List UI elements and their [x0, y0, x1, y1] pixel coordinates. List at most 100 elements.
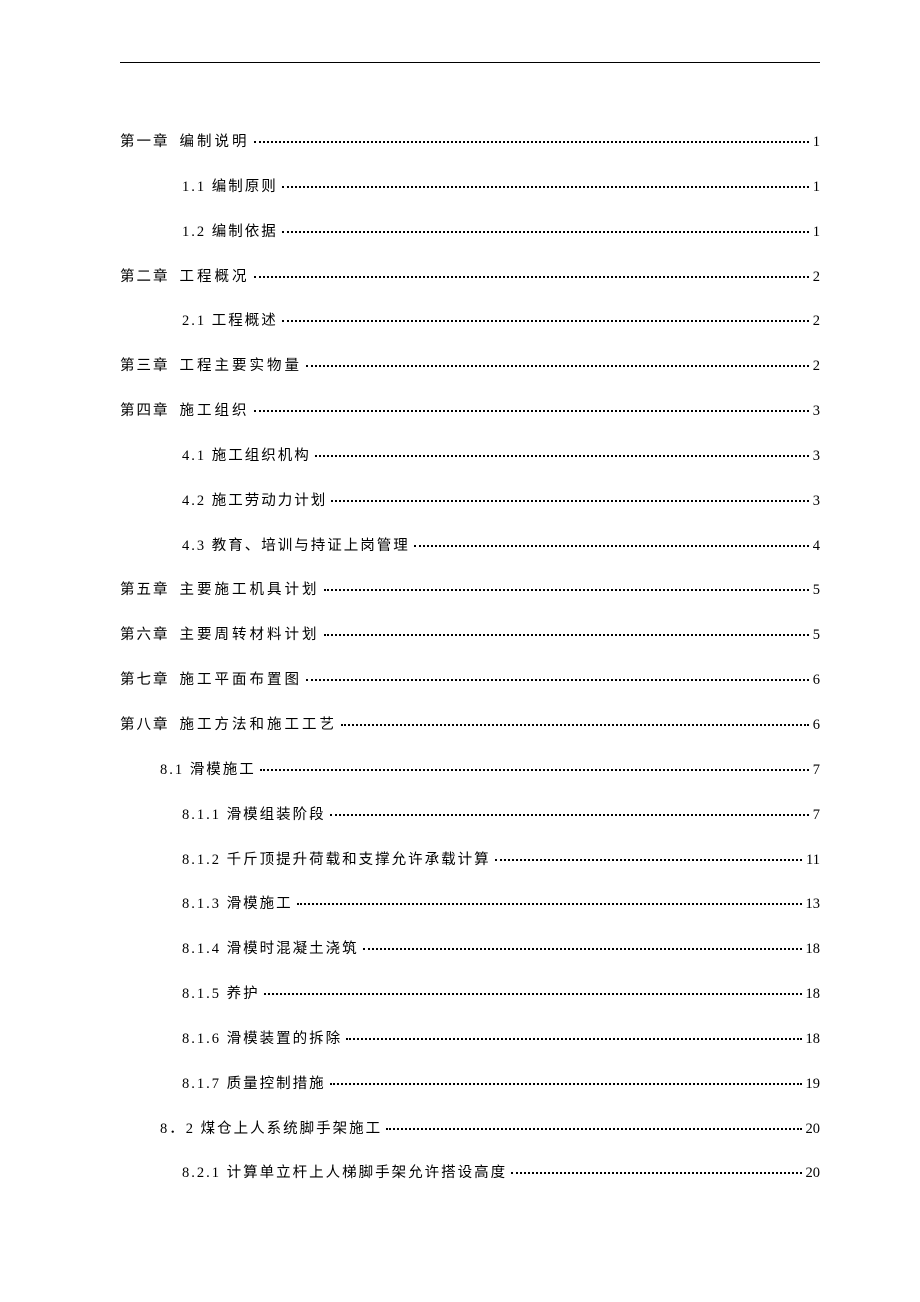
entry-title: 8.2.1 计算单立杆上人梯脚手架允许搭设高度	[182, 1164, 507, 1183]
page-number: 7	[813, 761, 820, 780]
entry-title: 8.1.6 滑模装置的拆除	[182, 1030, 342, 1049]
leader-dots	[341, 724, 809, 726]
page-number: 1	[813, 223, 820, 242]
toc-entry: 1.2 编制依据1	[120, 223, 820, 242]
toc-entry: 4.2 施工劳动力计划 3	[120, 492, 820, 511]
page-number: 13	[806, 895, 821, 914]
page-number: 11	[806, 851, 820, 870]
toc-entry: 8.1.2 千斤顶提升荷载和支撑允许承载计算 11	[120, 851, 820, 870]
leader-dots	[282, 231, 809, 233]
page-number: 2	[813, 357, 820, 376]
chapter-label: 第一章	[120, 133, 170, 152]
toc-entry: 第八章 施工方法和施工工艺 6	[120, 716, 820, 735]
toc-entry: 第三章 工程主要实物量 2	[120, 357, 820, 376]
leader-dots	[414, 545, 809, 547]
page-number: 2	[813, 312, 820, 331]
entry-title: 施工方法和施工工艺	[180, 716, 338, 735]
leader-dots	[346, 1038, 801, 1040]
chapter-label: 第四章	[120, 402, 170, 421]
leader-dots	[330, 1083, 802, 1085]
leader-dots	[282, 186, 809, 188]
page-number: 1	[813, 178, 820, 197]
chapter-label: 第七章	[120, 671, 170, 690]
page-number: 1	[813, 133, 820, 152]
leader-dots	[386, 1128, 801, 1130]
entry-title: 8.1.3 滑模施工	[182, 895, 293, 914]
entry-title: 8.1.4 滑模时混凝土浇筑	[182, 940, 359, 959]
toc-entry: 第五章 主要施工机具计划5	[120, 581, 820, 600]
leader-dots	[511, 1172, 801, 1174]
toc-entry: 8.1 滑模施工 7	[120, 761, 820, 780]
toc-entry: 第四章 施工组织 3	[120, 402, 820, 421]
entry-title: 主要施工机具计划	[180, 581, 320, 600]
toc-entry: 第二章工程概况 2	[120, 268, 820, 287]
page-number: 20	[806, 1120, 821, 1139]
toc-entry: 8．2 煤仓上人系统脚手架施工 20	[120, 1120, 820, 1139]
leader-dots	[254, 141, 809, 143]
toc-entry: 第六章 主要周转材料计划 5	[120, 626, 820, 645]
chapter-label: 第三章	[120, 357, 170, 376]
toc-entry: 8.1.6 滑模装置的拆除 18	[120, 1030, 820, 1049]
page-number: 18	[806, 940, 821, 959]
chapter-label: 第八章	[120, 716, 170, 735]
chapter-label: 第二章	[120, 268, 170, 287]
page-number: 20	[806, 1164, 821, 1183]
leader-dots	[260, 769, 809, 771]
leader-dots	[306, 365, 809, 367]
leader-dots	[297, 903, 802, 905]
page-number: 6	[813, 716, 820, 735]
entry-title: 4.1 施工组织机构	[182, 447, 311, 466]
leader-dots	[254, 276, 809, 278]
leader-dots	[254, 410, 809, 412]
entry-title: 主要周转材料计划	[180, 626, 320, 645]
toc-entry: 第七章 施工平面布置图 6	[120, 671, 820, 690]
entry-title: 8.1 滑模施工	[160, 761, 256, 780]
entry-title: 施工组织	[180, 402, 250, 421]
toc-entry: 8.1.7 质量控制措施19	[120, 1075, 820, 1094]
chapter-label: 第六章	[120, 626, 170, 645]
page-number: 7	[813, 806, 820, 825]
leader-dots	[495, 859, 802, 861]
entry-title: 4.2 施工劳动力计划	[182, 492, 327, 511]
toc-entry: 8.1.4 滑模时混凝土浇筑 18	[120, 940, 820, 959]
entry-title: 8．2 煤仓上人系统脚手架施工	[160, 1120, 382, 1139]
chapter-label: 第五章	[120, 581, 170, 600]
entry-title: 8.1.1 滑模组装阶段	[182, 806, 326, 825]
entry-title: 施工平面布置图	[180, 671, 303, 690]
toc-entry: 8.2.1 计算单立杆上人梯脚手架允许搭设高度 20	[120, 1164, 820, 1183]
entry-title: 8.1.2 千斤顶提升荷载和支撑允许承载计算	[182, 851, 491, 870]
page-number: 18	[806, 985, 821, 1004]
toc-entry: 8.1.3 滑模施工 13	[120, 895, 820, 914]
entry-title: 1.1 编制原则	[182, 178, 278, 197]
toc-entry: 第一章编制说明 1	[120, 133, 820, 152]
leader-dots	[282, 320, 809, 322]
toc-entry: 8.1.5 养护 18	[120, 985, 820, 1004]
leader-dots	[324, 589, 809, 591]
page-number: 3	[813, 402, 820, 421]
toc-container: 第一章编制说明11.1 编制原则11.2 编制依据1第二章工程概况22.1 工程…	[120, 133, 820, 1183]
page-number: 4	[813, 537, 820, 556]
page-number: 18	[806, 1030, 821, 1049]
toc-entry: 2.1 工程概述 2	[120, 312, 820, 331]
entry-title: 2.1 工程概述	[182, 312, 278, 331]
entry-title: 工程主要实物量	[180, 357, 303, 376]
page-number: 3	[813, 447, 820, 466]
entry-title: 8.1.5 养护	[182, 985, 260, 1004]
top-rule	[120, 62, 820, 63]
entry-title: 4.3 教育、培训与持证上岗管理	[182, 537, 410, 556]
leader-dots	[315, 455, 809, 457]
toc-entry: 8.1.1 滑模组装阶段 7	[120, 806, 820, 825]
entry-title: 工程概况	[180, 268, 250, 287]
toc-entry: 1.1 编制原则 1	[120, 178, 820, 197]
entry-title: 编制说明	[180, 133, 250, 152]
leader-dots	[363, 948, 802, 950]
toc-entry: 4.1 施工组织机构 3	[120, 447, 820, 466]
page-number: 3	[813, 492, 820, 511]
toc-entry: 4.3 教育、培训与持证上岗管理 4	[120, 537, 820, 556]
page-number: 6	[813, 671, 820, 690]
leader-dots	[306, 679, 809, 681]
leader-dots	[264, 993, 802, 995]
page-number: 2	[813, 268, 820, 287]
page-number: 5	[813, 626, 820, 645]
page-number: 19	[806, 1075, 821, 1094]
